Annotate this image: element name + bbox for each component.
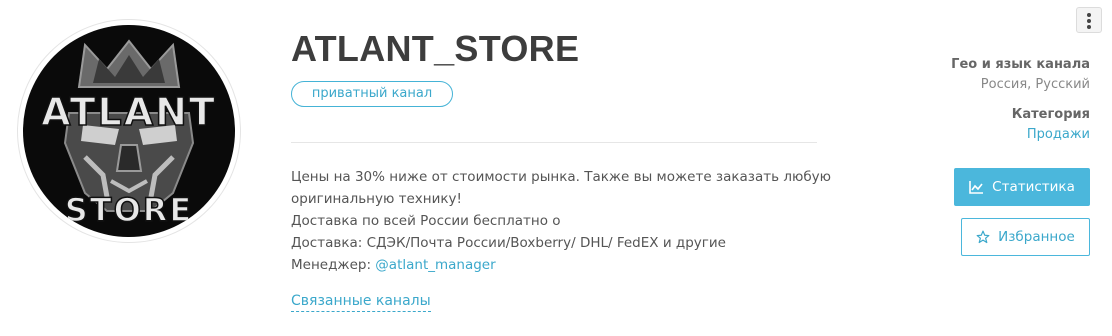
geo-language-value: Россия, Русский [980,77,1090,92]
statistics-button[interactable]: Статистика [954,168,1090,206]
related-channels-link[interactable]: Связанные каналы [291,292,431,312]
category-link[interactable]: Продажи [1012,126,1090,144]
more-options-button[interactable] [1076,7,1102,33]
channel-description: Цены на 30% ниже от стоимости рынка. Так… [291,166,851,276]
divider [291,142,817,143]
description-line: Доставка: СДЭК/Почта России/Boxberry/ DH… [291,235,726,251]
geo-language-label: Гео и язык канала [951,57,1090,72]
favorite-button-label: Избранное [998,229,1075,245]
description-line: Цены на 30% ниже от стоимости рынка. Так… [291,169,832,185]
manager-link[interactable]: @atlant_manager [375,257,495,273]
star-icon [976,230,990,244]
description-manager-line: Менеджер: @atlant_manager [291,254,851,276]
private-channel-badge: приватный канал [291,81,453,107]
category-block: Категория Продажи [1012,106,1090,144]
category-label: Категория [1011,107,1090,122]
manager-label: Менеджер: [291,257,376,273]
geo-language-block: Гео и язык канала Россия, Русский [951,56,1090,94]
description-line: оригинальную технику! [291,191,462,207]
channel-title: ATLANT_STORE [291,28,580,69]
atlant-store-logo: ATLANT STORE [40,39,217,230]
logo-text-store: STORE [65,191,194,229]
line-chart-icon [969,180,984,194]
statistics-button-label: Статистика [992,179,1075,195]
channel-avatar-frame: ATLANT STORE [17,19,241,243]
favorite-button[interactable]: Избранное [961,218,1090,256]
logo-text-atlant: ATLANT [41,90,217,134]
description-line: Доставка по всей России бесплатно о [291,213,561,229]
channel-avatar: ATLANT STORE [23,25,235,237]
